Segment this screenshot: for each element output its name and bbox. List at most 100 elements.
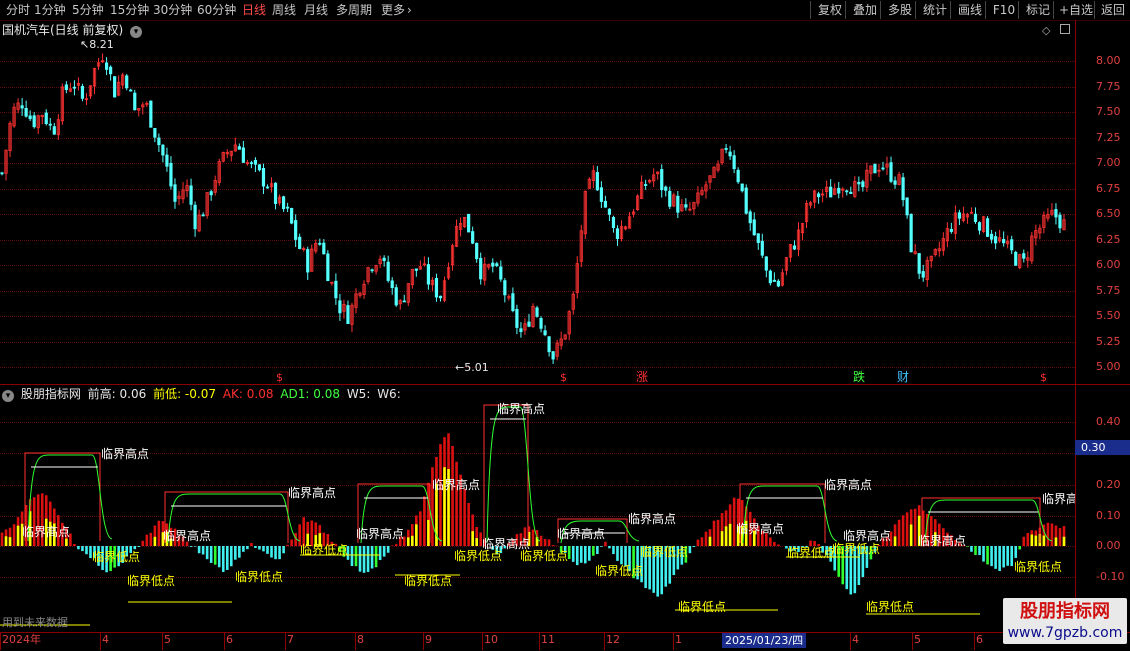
histogram-bar xyxy=(729,524,732,546)
event-rise[interactable]: 涨 xyxy=(636,371,648,383)
candle-body xyxy=(254,160,256,164)
period-tab-intraday[interactable]: 分时 xyxy=(6,2,30,18)
time-tick-label: 8 xyxy=(357,632,364,648)
histogram-bar xyxy=(65,539,68,546)
histogram-bar xyxy=(689,546,692,553)
indicator-chart[interactable]: 临界高点临界高点临界高点临界高点临界高点临界高点临界高点临界高点临界高点临界高点… xyxy=(0,385,1075,632)
histogram-bar xyxy=(1022,537,1025,546)
candle-body xyxy=(994,237,996,243)
candle-body xyxy=(1023,254,1025,259)
candle-body xyxy=(990,234,992,239)
candle-body xyxy=(608,209,610,214)
candle-body xyxy=(958,213,960,218)
candle-body xyxy=(53,127,55,135)
candlestick-chart[interactable] xyxy=(0,20,1075,384)
candle-body xyxy=(290,208,292,223)
candle-body xyxy=(150,101,152,127)
event-fall[interactable]: 跌 xyxy=(853,371,865,383)
event-finance[interactable]: 财 xyxy=(897,371,909,383)
histogram-bar xyxy=(202,546,205,554)
histogram-bar xyxy=(471,531,474,546)
add-watchlist-button[interactable]: +自选 xyxy=(1053,1,1098,19)
price-axis-label: 7.00 xyxy=(1096,157,1121,169)
candle-body xyxy=(319,243,321,244)
time-tick-label: 6 xyxy=(226,632,233,648)
f10-button[interactable]: F10 xyxy=(985,1,1022,19)
watermark-badge: 股朋指标网 www.7gpzb.com xyxy=(1003,598,1127,644)
period-tab-more[interactable]: 更多› xyxy=(381,2,412,18)
event-dividend[interactable]: $ xyxy=(276,372,283,384)
histogram-bar xyxy=(568,546,571,559)
statistics-button[interactable]: 统计 xyxy=(915,1,954,19)
future-data-note: 用到未来数据 xyxy=(2,614,68,630)
histogram-bar xyxy=(705,532,708,546)
time-tick-label: 10 xyxy=(484,632,498,648)
candle-body xyxy=(753,220,755,235)
histogram-bar xyxy=(596,546,599,554)
event-dividend[interactable]: $ xyxy=(1040,372,1047,384)
histogram-bar xyxy=(914,509,917,546)
crosshair-date: 2025/01/23/四 xyxy=(722,633,806,648)
histogram-bar xyxy=(154,537,157,546)
high-price-marker: ↖8.21 xyxy=(80,38,114,51)
candle-body xyxy=(986,219,988,237)
candle-body xyxy=(894,181,896,184)
event-dividend[interactable]: $ xyxy=(560,372,567,384)
histogram-bar xyxy=(1,533,4,546)
overlay-button[interactable]: 叠加 xyxy=(845,1,884,19)
candle-body xyxy=(922,272,924,278)
back-button[interactable]: 返回 xyxy=(1094,1,1130,19)
candle-body xyxy=(741,184,743,191)
histogram-bar xyxy=(218,546,221,567)
histogram-bar xyxy=(73,544,76,546)
candle-body xyxy=(757,234,759,243)
histogram-bar xyxy=(532,530,535,546)
tick-separator xyxy=(673,632,674,650)
mark-button[interactable]: 标记 xyxy=(1018,1,1057,19)
candle-body xyxy=(1002,239,1004,242)
watermark-title: 股朋指标网 xyxy=(1003,600,1127,624)
histogram-bar xyxy=(351,546,354,566)
period-tab-60min[interactable]: 60分钟 xyxy=(197,2,236,18)
histogram-bar xyxy=(540,536,543,546)
period-tab-1min[interactable]: 1分钟 xyxy=(34,2,66,18)
histogram-bar xyxy=(966,546,969,547)
histogram-bar xyxy=(974,546,977,555)
candle-body xyxy=(829,187,831,197)
chevron-right-icon: › xyxy=(407,3,412,17)
period-tab-30min[interactable]: 30分钟 xyxy=(153,2,192,18)
candle-body xyxy=(471,232,473,244)
histogram-bar xyxy=(250,543,253,546)
time-tick-label: 7 xyxy=(287,632,294,648)
period-tab-15min[interactable]: 15分钟 xyxy=(110,2,149,18)
period-tab-5min[interactable]: 5分钟 xyxy=(72,2,104,18)
draw-line-button[interactable]: 画线 xyxy=(950,1,989,19)
histogram-bar xyxy=(1026,533,1029,546)
histogram-bar xyxy=(998,546,1001,571)
adjust-button[interactable]: 复权 xyxy=(810,1,849,19)
histogram-bar xyxy=(1055,537,1058,546)
period-tab-weekly[interactable]: 周线 xyxy=(272,2,296,18)
candle-body xyxy=(665,187,667,190)
histogram-bar xyxy=(600,546,603,547)
histogram-bar xyxy=(902,515,905,546)
histogram-bar xyxy=(383,546,386,557)
period-tab-multi[interactable]: 多周期 xyxy=(336,2,372,18)
critical-high-label: 临界高点 xyxy=(843,528,891,543)
histogram-bar xyxy=(701,537,704,546)
tick-separator xyxy=(604,632,605,650)
candle-body xyxy=(242,148,244,163)
candle-body xyxy=(45,113,47,124)
period-tab-monthly[interactable]: 月线 xyxy=(304,2,328,18)
candle-body xyxy=(403,301,405,302)
histogram-bar xyxy=(467,503,470,546)
candle-body xyxy=(166,155,168,166)
period-tab-daily[interactable]: 日线 xyxy=(242,2,266,18)
price-axis-label: 6.75 xyxy=(1096,183,1121,195)
histogram-bar xyxy=(986,546,989,564)
candle-body xyxy=(427,265,429,285)
histogram-bar xyxy=(150,533,153,546)
multi-stock-button[interactable]: 多股 xyxy=(880,1,919,19)
histogram-bar xyxy=(588,546,591,561)
candle-body xyxy=(858,182,860,184)
